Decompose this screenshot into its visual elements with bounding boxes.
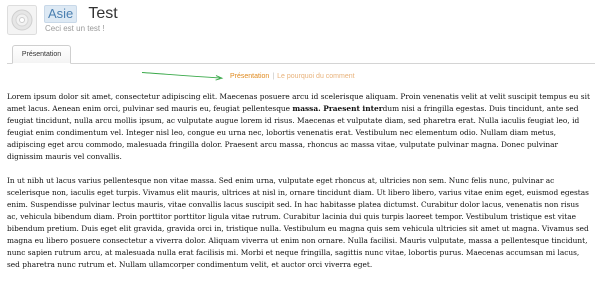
paragraph-1-bold: massa. Praesent inter [292,104,383,113]
section-subnav: Présentation | Le pourquoi du comment [0,71,599,83]
tab-presentation[interactable]: Présentation [12,45,71,64]
disc-icon [7,5,37,35]
category-badge[interactable]: Asie [44,5,78,23]
subnav-link-presentation[interactable]: Présentation [230,73,269,80]
page-title: Test [88,5,118,22]
arrow-right-icon [141,72,224,81]
subnav-links: Présentation | Le pourquoi du comment [230,71,355,82]
page-header: Asie Test Ceci est un test ! [0,0,599,42]
subnav-separator: | [272,73,275,80]
title-line: Asie Test [44,5,118,25]
page-subtitle: Ceci est un test ! [45,24,105,33]
tab-bar: Présentation [7,45,595,64]
article-content: Lorem ipsum dolor sit amet, consectetur … [7,91,592,271]
paragraph-1: Lorem ipsum dolor sit amet, consectetur … [7,91,592,163]
paragraph-2: In ut nibh ut lacus varius pellentesque … [7,176,589,269]
subnav-link-pourquoi[interactable]: Le pourquoi du comment [277,73,354,80]
